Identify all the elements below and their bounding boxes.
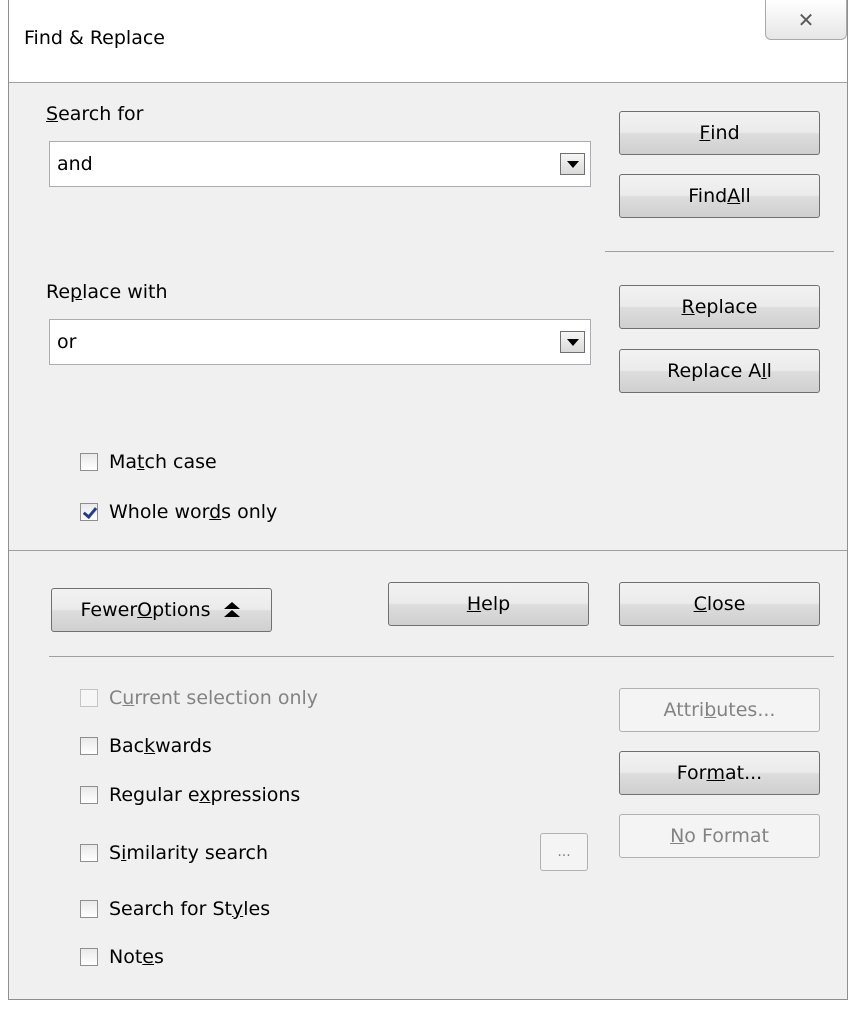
replace-with-input[interactable] bbox=[50, 320, 545, 364]
match-case-option[interactable]: Match case bbox=[80, 451, 217, 473]
similarity-settings-button[interactable]: ... bbox=[540, 833, 588, 871]
replace-with-combobox[interactable] bbox=[49, 319, 591, 365]
chevron-down-icon bbox=[566, 338, 579, 346]
regular-expressions-option[interactable]: Regular expressions bbox=[80, 784, 300, 806]
search-for-styles-checkbox[interactable] bbox=[80, 900, 98, 918]
similarity-search-checkbox[interactable] bbox=[80, 844, 98, 862]
match-case-checkbox[interactable] bbox=[80, 453, 98, 471]
match-case-label: Match case bbox=[109, 451, 217, 473]
find-button[interactable]: Find bbox=[619, 111, 820, 155]
current-selection-checkbox bbox=[80, 689, 98, 707]
search-for-styles-option[interactable]: Search for Styles bbox=[80, 898, 270, 920]
options-divider bbox=[9, 550, 847, 551]
no-format-button: No Format bbox=[619, 814, 820, 858]
dialog-body: Search for Find Find All Replace with Re… bbox=[9, 82, 847, 999]
similarity-search-label: Similarity search bbox=[109, 842, 268, 864]
replace-with-dropdown-button[interactable] bbox=[560, 331, 585, 353]
replace-button[interactable]: Replace bbox=[619, 285, 820, 329]
notes-label: Notes bbox=[109, 946, 164, 968]
whole-words-option[interactable]: Whole words only bbox=[80, 501, 277, 523]
search-for-dropdown-button[interactable] bbox=[560, 153, 585, 175]
current-selection-option: Current selection only bbox=[80, 687, 318, 709]
current-selection-label: Current selection only bbox=[109, 687, 319, 709]
chevron-down-icon bbox=[566, 160, 579, 168]
similarity-search-option[interactable]: Similarity search bbox=[80, 842, 268, 864]
regular-expressions-label: Regular expressions bbox=[109, 784, 301, 806]
backwards-checkbox[interactable] bbox=[80, 737, 98, 755]
attributes-button: Attri b utes... bbox=[619, 688, 820, 732]
replace-all-button[interactable]: Replace All bbox=[619, 349, 820, 393]
find-replace-dialog: Find & Replace ✕ Search for Find Find Al… bbox=[8, 0, 848, 1000]
notes-option[interactable]: Notes bbox=[80, 946, 164, 968]
search-for-styles-label: Search for Styles bbox=[109, 898, 271, 920]
close-icon: ✕ bbox=[797, 7, 815, 32]
dialog-title: Find & Replace bbox=[24, 27, 165, 49]
backwards-label: Backwards bbox=[109, 735, 212, 757]
whole-words-checkbox[interactable] bbox=[80, 503, 98, 521]
extra-options-divider bbox=[49, 656, 834, 657]
window-close-button[interactable]: ✕ bbox=[765, 0, 847, 40]
format-button[interactable]: For m at... bbox=[619, 751, 820, 795]
search-buttons-divider bbox=[605, 251, 834, 252]
backwards-option[interactable]: Backwards bbox=[80, 735, 212, 757]
fewer-options-button[interactable]: Fewer Options bbox=[51, 588, 272, 632]
search-for-input[interactable] bbox=[50, 142, 545, 186]
whole-words-label: Whole words only bbox=[109, 501, 278, 523]
close-button[interactable]: Close bbox=[619, 582, 820, 626]
search-for-label: Search for bbox=[46, 103, 144, 125]
find-all-button[interactable]: Find All bbox=[619, 174, 820, 218]
help-button[interactable]: Help bbox=[388, 582, 589, 626]
replace-with-label: Replace with bbox=[46, 281, 168, 303]
double-chevron-up-icon bbox=[224, 602, 241, 617]
regular-expressions-checkbox[interactable] bbox=[80, 786, 98, 804]
notes-checkbox[interactable] bbox=[80, 948, 98, 966]
title-bar: Find & Replace ✕ bbox=[9, 0, 847, 82]
search-for-combobox[interactable] bbox=[49, 141, 591, 187]
